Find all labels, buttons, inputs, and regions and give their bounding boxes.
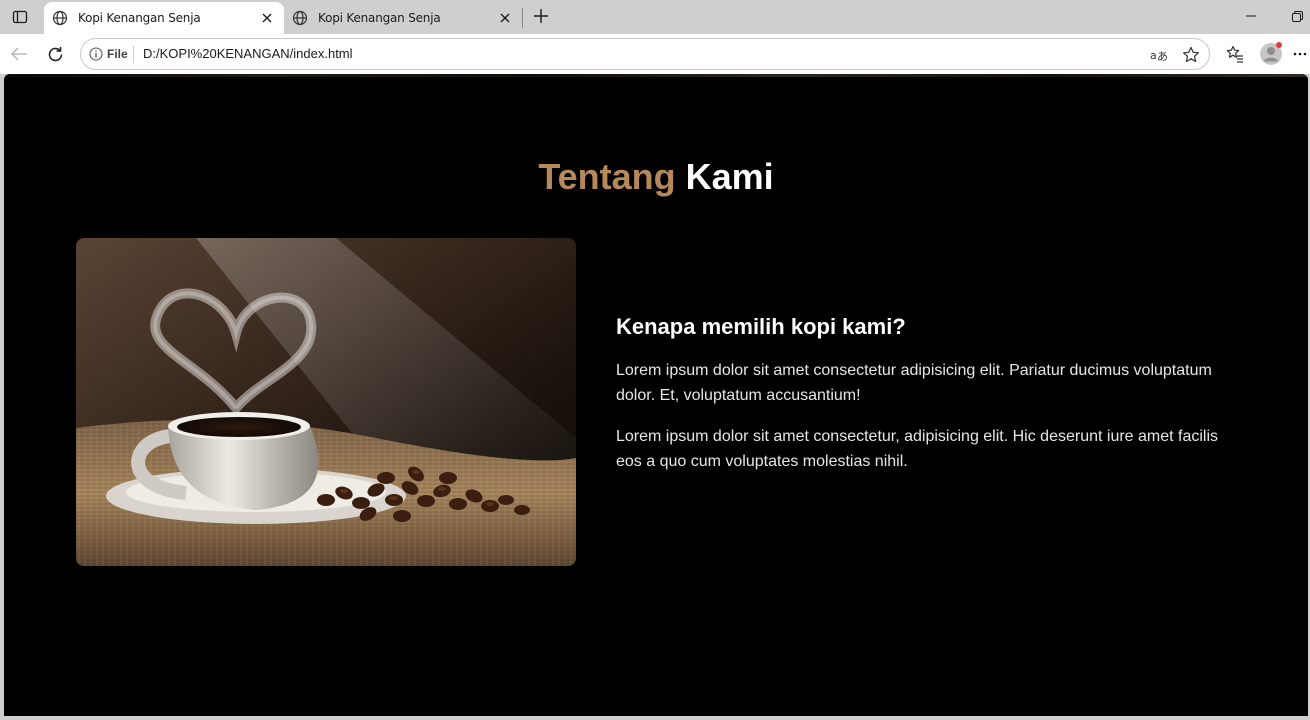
read-aloud-icon: a あ (1150, 49, 1168, 62)
section-title-accent: Tentang (538, 156, 676, 197)
address-divider (133, 46, 134, 63)
read-aloud-button[interactable]: a あ (1148, 44, 1170, 66)
refresh-button[interactable] (40, 39, 70, 69)
section-title: Tentang Kami (4, 156, 1308, 198)
globe-icon (52, 10, 68, 26)
info-icon (89, 47, 103, 61)
back-button[interactable] (4, 39, 34, 69)
tab-actions-icon (12, 10, 28, 24)
address-bar[interactable]: File D:/KOPI%20KENANGAN/index.html a あ (80, 38, 1210, 70)
minimize-icon (1246, 15, 1256, 17)
url-text: D:/KOPI%20KENANGAN/index.html (143, 46, 353, 61)
hero-background-edge (4, 74, 1308, 77)
close-tab-button[interactable] (258, 9, 276, 27)
back-icon (10, 47, 27, 61)
more-icon (1293, 52, 1307, 56)
scheme-label: File (107, 47, 128, 61)
svg-text:a: a (1150, 49, 1157, 62)
browser-toolbar: File D:/KOPI%20KENANGAN/index.html a あ (0, 34, 1310, 74)
favorites-button[interactable] (1220, 39, 1250, 69)
coffee-cup-image (76, 238, 576, 566)
favorites-icon (1226, 45, 1243, 63)
about-paragraph: Lorem ipsum dolor sit amet consectetur, … (616, 428, 1219, 470)
close-icon (500, 13, 510, 23)
plus-icon (534, 9, 548, 23)
section-title-rest: Kami (685, 156, 774, 197)
tab-1[interactable]: Kopi Kenangan Senja (44, 2, 284, 34)
minimize-button[interactable] (1236, 4, 1266, 28)
restore-icon (1291, 10, 1303, 22)
tab-divider (522, 8, 523, 28)
star-icon (1183, 46, 1199, 63)
restore-button[interactable] (1282, 4, 1310, 28)
profile-icon (1260, 42, 1282, 65)
tab-strip: Kopi Kenangan Senja Kopi Kenangan Senja (0, 0, 1310, 34)
close-icon (262, 13, 272, 23)
about-paragraph: Lorem ipsum dolor sit amet consectetur a… (616, 362, 1212, 404)
site-info-button[interactable]: File (87, 44, 134, 64)
about-content: Kenapa memilih kopi kami? Lorem ipsum do… (616, 314, 1236, 490)
svg-text:あ: あ (1157, 50, 1168, 62)
new-tab-button[interactable] (530, 5, 552, 27)
close-tab-button[interactable] (496, 9, 514, 27)
tab-actions-button[interactable] (6, 4, 34, 30)
tab-title: Kopi Kenangan Senja (318, 11, 441, 25)
tab-title: Kopi Kenangan Senja (78, 11, 201, 25)
profile-button[interactable] (1256, 39, 1286, 69)
about-heading: Kenapa memilih kopi kami? (616, 314, 906, 339)
page-viewport: Tentang Kami Kenapa memilih kopi kami? L… (4, 74, 1308, 716)
refresh-icon (48, 46, 62, 61)
more-button[interactable] (1290, 39, 1310, 69)
favorite-star-button[interactable] (1180, 44, 1202, 66)
tab-2[interactable]: Kopi Kenangan Senja (284, 2, 522, 34)
globe-icon (292, 10, 308, 26)
